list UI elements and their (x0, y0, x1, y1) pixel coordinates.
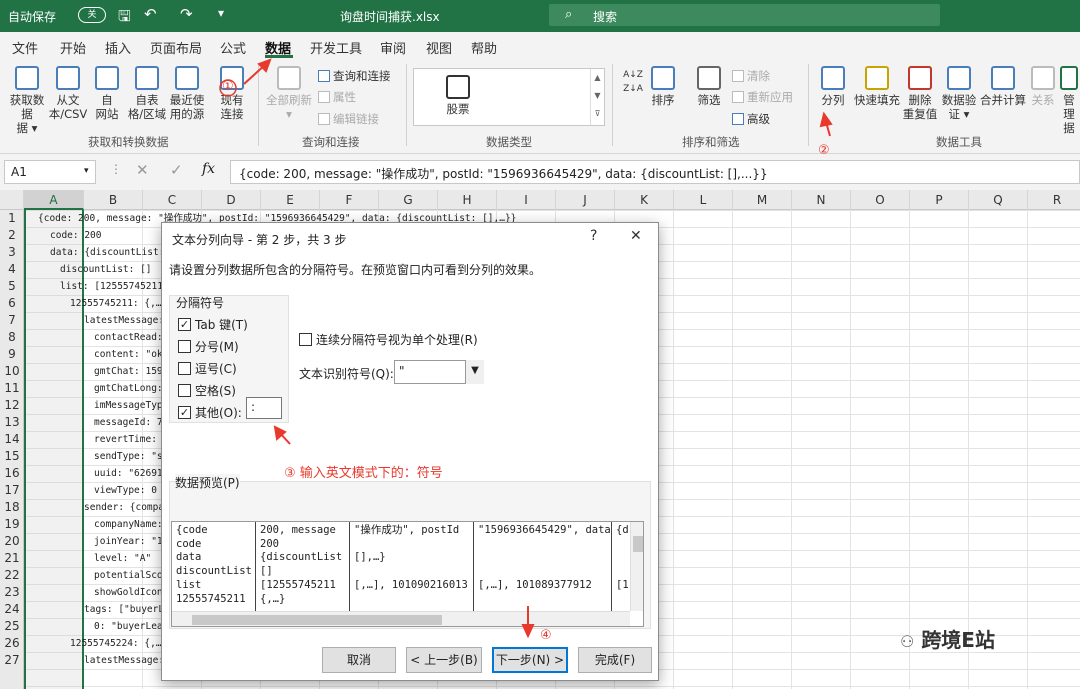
annotation-arrows (219, 58, 833, 639)
watermark: ⚇ 跨境E站 (900, 628, 995, 652)
annotation-1: ① (222, 79, 234, 94)
arrow-head (521, 624, 535, 639)
annotation-3: ③ 输入英文模式下的：符号 (284, 466, 443, 481)
wechat-icon: ⚇ (900, 632, 915, 651)
annotation-2: ② (818, 143, 830, 158)
arrow-head (819, 111, 833, 128)
annotation-4: ④ (540, 628, 552, 643)
